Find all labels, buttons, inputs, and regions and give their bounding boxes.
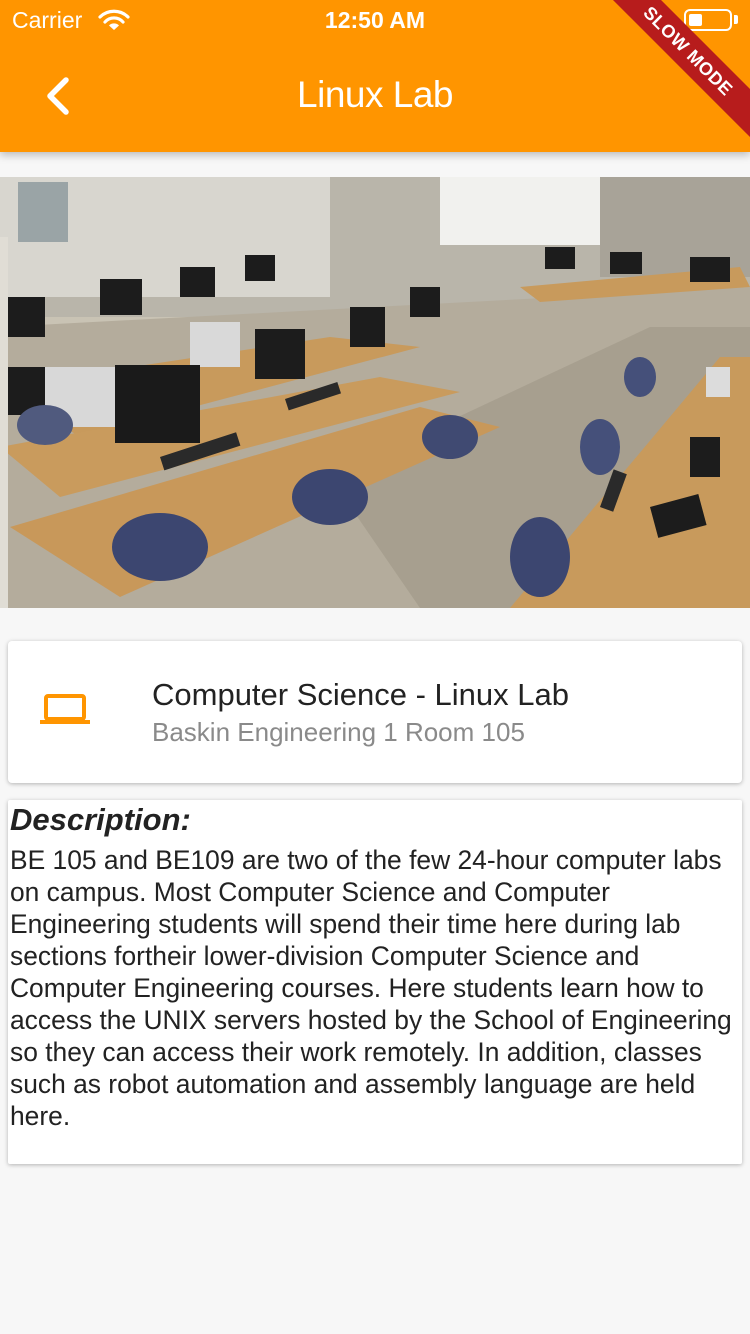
lab-photo bbox=[0, 177, 750, 608]
location-card[interactable]: Computer Science - Linux Lab Baskin Engi… bbox=[8, 641, 742, 783]
location-subtitle: Baskin Engineering 1 Room 105 bbox=[152, 717, 525, 747]
laptop-icon bbox=[40, 694, 90, 724]
computer-lab-image bbox=[0, 177, 750, 608]
description-heading: Description: bbox=[10, 802, 191, 837]
app-bar: Carrier 12:50 AM Linux Lab SLOW MODE bbox=[0, 0, 750, 152]
location-title: Computer Science - Linux Lab bbox=[152, 677, 570, 712]
description-card: Description: BE 105 and BE109 are two of… bbox=[8, 800, 742, 1164]
description-body: BE 105 and BE109 are two of the few 24-h… bbox=[10, 845, 732, 1131]
slow-mode-label: SLOW MODE bbox=[610, 0, 750, 140]
debug-banner: SLOW MODE bbox=[610, 0, 750, 140]
